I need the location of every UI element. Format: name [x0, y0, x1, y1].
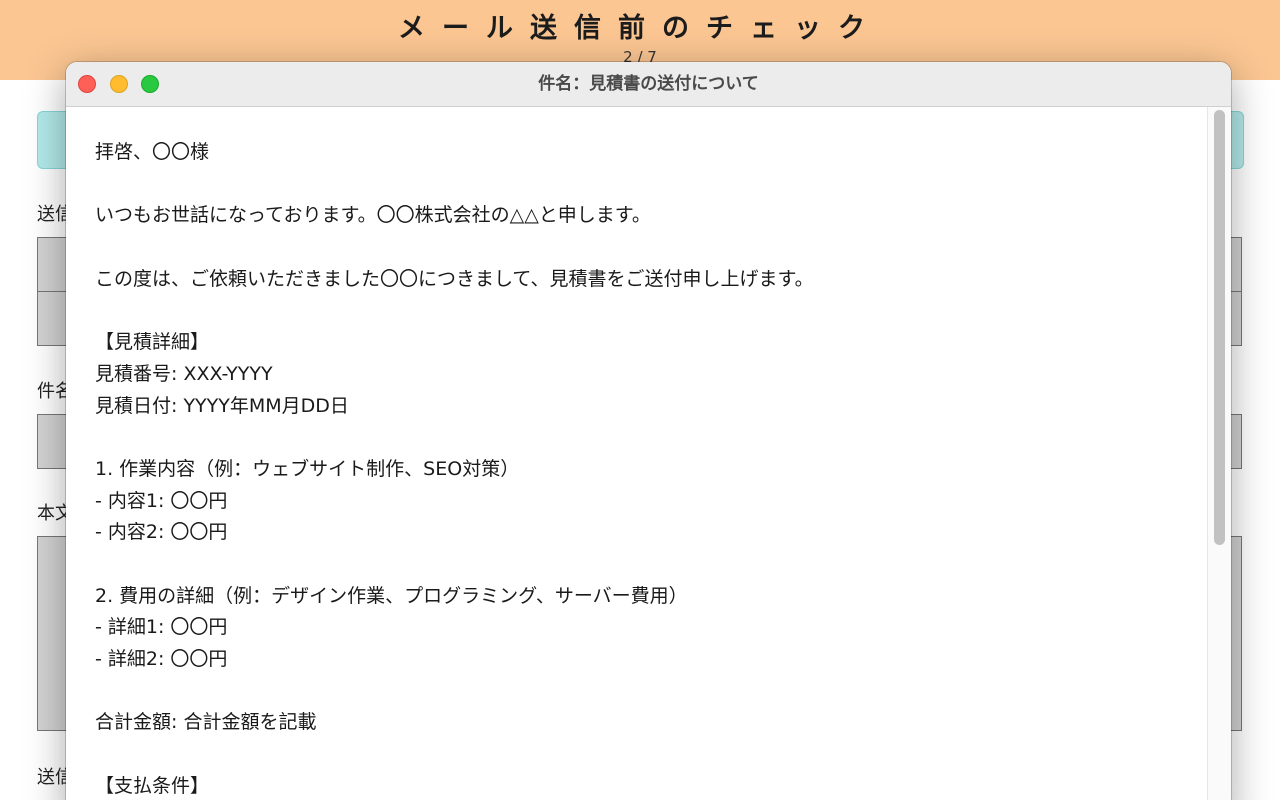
email-body-line — [95, 295, 1208, 327]
app-window: メール送信前のチェック 2 / 7 送信 件名 本文 送信 件名：見積書の送付に… — [0, 0, 1280, 800]
email-body-line: 2. 費用の詳細（例：デザイン作業、プログラミング、サーバー費用） — [95, 584, 688, 607]
scrollbar-thumb[interactable] — [1214, 110, 1225, 545]
email-body-line: この度は、ご依頼いただきました〇〇につきまして、見積書をご送付申し上げます。 — [95, 267, 814, 290]
email-body-line: - 詳細1: 〇〇円 — [95, 616, 228, 639]
email-body-line: - 内容2: 〇〇円 — [95, 521, 228, 544]
email-body-view[interactable]: 拝啓、〇〇様いつもお世話になっております。〇〇株式会社の△△と申します。この度は… — [66, 107, 1208, 800]
app-title: メール送信前のチェック — [398, 13, 882, 44]
email-body-line: 見積日付: YYYY年MM月DD日 — [95, 394, 349, 417]
email-body-line: 拝啓、〇〇様 — [95, 141, 210, 163]
email-body-line — [95, 422, 1208, 454]
email-body-line — [95, 676, 1208, 708]
email-body-line: 合計金額: 合計金額を記載 — [95, 711, 317, 734]
email-body-line — [95, 232, 1208, 264]
email-body-line — [95, 739, 1208, 771]
email-body-line: 【見積詳細】 — [95, 331, 210, 354]
email-body-line: 1. 作業内容（例：ウェブサイト制作、SEO対策） — [95, 457, 520, 480]
email-body-line — [95, 549, 1208, 581]
email-body-line: 【支払条件】 — [95, 774, 210, 797]
email-body-text: 拝啓、〇〇様いつもお世話になっております。〇〇株式会社の△△と申します。この度は… — [66, 107, 1208, 800]
window-titlebar[interactable]: 件名：見積書の送付について — [66, 62, 1231, 107]
email-body-line: - 内容1: 〇〇円 — [95, 489, 228, 512]
email-body-line: - 詳細2: 〇〇円 — [95, 648, 228, 670]
window-title: 件名：見積書の送付について — [538, 74, 759, 94]
email-body-line: 見積番号: XXX-YYYY — [95, 362, 273, 385]
email-body-line — [95, 169, 1208, 201]
email-preview-window: 件名：見積書の送付について 拝啓、〇〇様いつもお世話になっております。〇〇株式会… — [66, 62, 1231, 800]
email-body-line: いつもお世話になっております。〇〇株式会社の△△と申します。 — [95, 204, 651, 227]
vertical-scrollbar[interactable] — [1207, 107, 1231, 800]
